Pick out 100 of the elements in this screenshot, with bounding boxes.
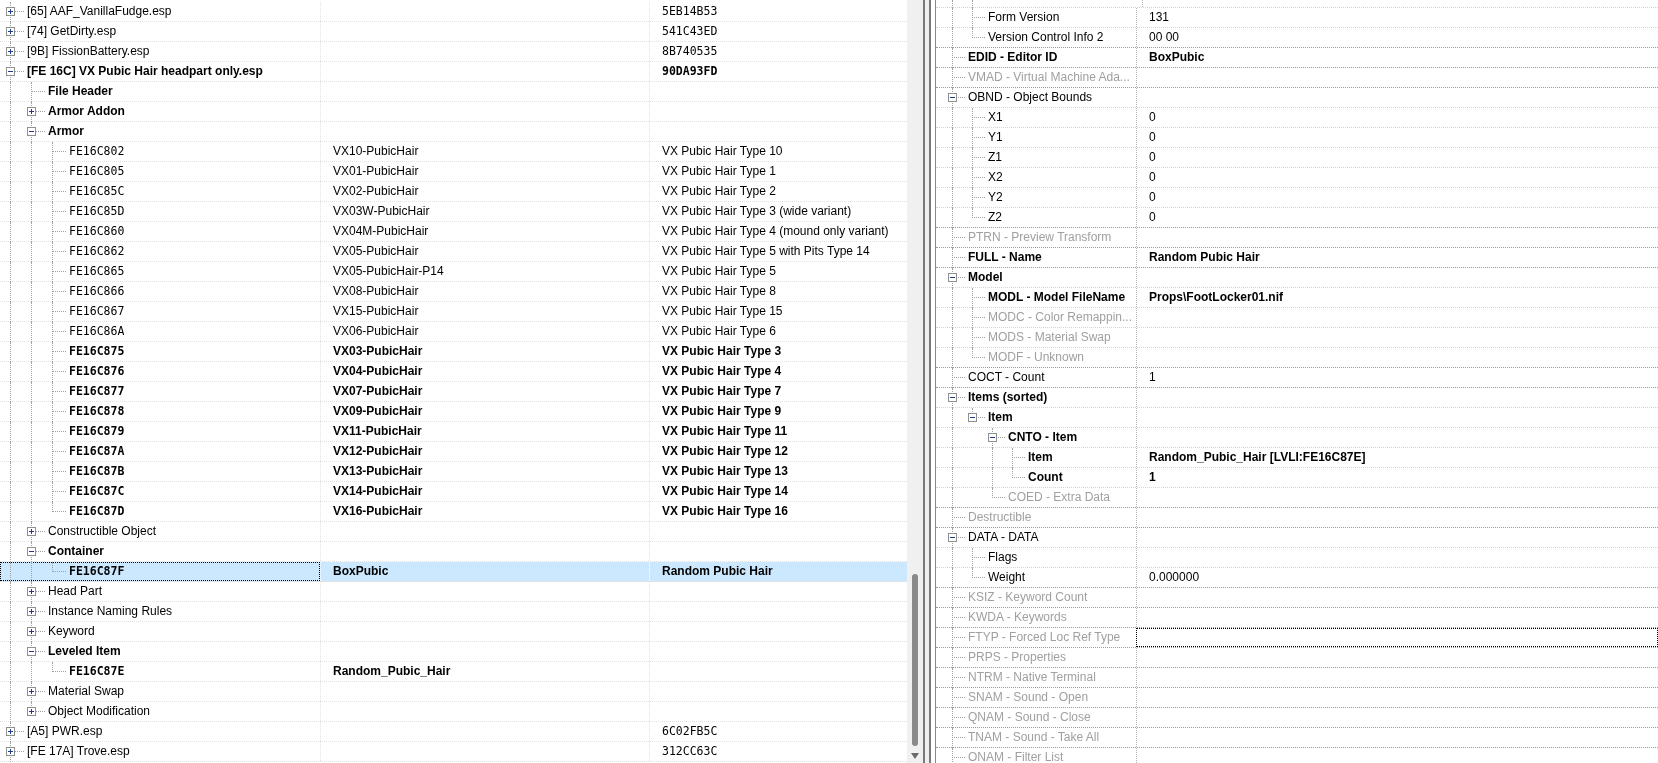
tree-row[interactable]: FE16C877 VX07-PubicHair VX Pubic Hair Type 7 <box>0 382 907 402</box>
tree-node-label: FE16C87C <box>69 483 125 500</box>
expand-icon[interactable] <box>6 27 15 36</box>
scroll-down-arrow-icon[interactable] <box>911 753 919 759</box>
tree-row[interactable]: FE16C87C VX14-PubicHair VX Pubic Hair Type 14 <box>0 482 907 502</box>
tree-row[interactable]: Object Modification <box>0 702 907 722</box>
vertical-scrollbar[interactable] <box>907 0 923 763</box>
expand-icon[interactable] <box>27 607 36 616</box>
tree-row[interactable]: Model <box>936 268 1658 288</box>
tree-row[interactable]: FE16C87B VX13-PubicHair VX Pubic Hair Type 13 <box>0 462 907 482</box>
tree-row[interactable]: FE16C878 VX09-PubicHair VX Pubic Hair Type 9 <box>0 402 907 422</box>
collapse-icon[interactable] <box>988 433 997 442</box>
tree-row[interactable]: Armor Addon <box>0 102 907 122</box>
collapse-icon[interactable] <box>948 93 957 102</box>
tree-row[interactable]: Y1 0 <box>936 128 1658 148</box>
pane-splitter[interactable] <box>923 0 931 763</box>
tree-row[interactable]: Keyword <box>0 622 907 642</box>
tree-row[interactable]: Item <box>936 408 1658 428</box>
expand-icon[interactable] <box>27 687 36 696</box>
tree-node-label: FE16C87D <box>69 503 125 520</box>
tree-row[interactable]: OBND - Object Bounds <box>936 88 1658 108</box>
scrollbar-thumb[interactable] <box>912 574 918 746</box>
expand-icon[interactable] <box>6 47 15 56</box>
collapse-icon[interactable] <box>27 547 36 556</box>
tree-row[interactable]: Count 1 <box>936 468 1658 488</box>
tree-node-label: [A5] PWR.esp <box>27 723 103 740</box>
expand-icon[interactable] <box>27 107 36 116</box>
expand-icon[interactable] <box>6 747 15 756</box>
field-label: CNTO - Item <box>1008 429 1078 446</box>
expand-icon[interactable] <box>27 587 36 596</box>
table-cell-text: VX15-PubicHair <box>333 303 419 320</box>
table-cell-text: Random Pubic Hair <box>662 563 773 580</box>
field-value: 1 <box>1149 469 1156 486</box>
tree-row[interactable]: Z1 0 <box>936 148 1658 168</box>
tree-row[interactable]: Armor <box>0 122 907 142</box>
tree-row[interactable]: Constructible Object <box>0 522 907 542</box>
field-value: Random_Pubic_Hair [LVLI:FE16C87E] <box>1149 449 1366 466</box>
tree-row[interactable]: X2 0 <box>936 168 1658 188</box>
tree-row[interactable]: FE16C865 VX05-PubicHair-P14 VX Pubic Hair Type 5 <box>0 262 907 282</box>
collapse-icon[interactable] <box>948 533 957 542</box>
tree-row[interactable]: FE16C86A VX06-PubicHair VX Pubic Hair Type 6 <box>0 322 907 342</box>
tree-row[interactable]: COCT - Count 1 <box>936 368 1658 388</box>
tree-row[interactable]: FE16C87A VX12-PubicHair VX Pubic Hair Type 12 <box>0 442 907 462</box>
collapse-icon[interactable] <box>948 273 957 282</box>
field-value: 0 <box>1149 149 1156 166</box>
expand-icon[interactable] <box>27 707 36 716</box>
tree-row[interactable]: Z2 0 <box>936 208 1658 228</box>
table-cell-text: VX12-PubicHair <box>333 443 423 460</box>
tree-row[interactable]: Version Control Info 2 00 00 <box>936 28 1658 48</box>
tree-row[interactable]: FULL - Name Random Pubic Hair <box>936 248 1658 268</box>
collapse-icon[interactable] <box>968 413 977 422</box>
table-cell-text: VX Pubic Hair Type 10 <box>662 143 783 160</box>
tree-row[interactable]: File Header <box>0 82 907 102</box>
tree-row[interactable]: [FE 17A] Trove.esp 312CC63C <box>0 742 907 762</box>
tree-node-label: FE16C802 <box>69 143 125 160</box>
tree-row[interactable]: Item Random_Pubic_Hair [LVLI:FE16C87E] <box>936 448 1658 468</box>
tree-row[interactable]: FE16C875 VX03-PubicHair VX Pubic Hair Type 3 <box>0 342 907 362</box>
tree-row[interactable]: EDID - Editor ID BoxPubic <box>936 48 1658 68</box>
tree-row[interactable]: Weight 0.000000 <box>936 568 1658 588</box>
tree-row[interactable]: [65] AAF_VanillaFudge.esp 5EB14B53 <box>0 2 907 22</box>
tree-row[interactable]: Leveled Item <box>0 642 907 662</box>
tree-row[interactable]: CNTO - Item <box>936 428 1658 448</box>
tree-row[interactable]: [FE 16C] VX Pubic Hair headpart only.esp 90DA93FD <box>0 62 907 82</box>
expand-icon[interactable] <box>27 527 36 536</box>
tree-row[interactable]: FE16C876 VX04-PubicHair VX Pubic Hair Type 4 <box>0 362 907 382</box>
tree-row[interactable]: [9B] FissionBattery.esp 8B740535 <box>0 42 907 62</box>
tree-row[interactable]: Instance Naming Rules <box>0 602 907 622</box>
tree-row[interactable]: [74] GetDirty.esp 541C43ED <box>0 22 907 42</box>
field-label: DATA - DATA <box>968 529 1039 546</box>
tree-row[interactable]: [A5] PWR.esp 6C02FB5C <box>0 722 907 742</box>
tree-row[interactable]: FE16C862 VX05-PubicHair VX Pubic Hair Type 5 with Pits Type 14 <box>0 242 907 262</box>
table-cell-text: 6C02FB5C <box>662 723 718 740</box>
tree-row[interactable]: FE16C867 VX15-PubicHair VX Pubic Hair Type 15 <box>0 302 907 322</box>
tree-row[interactable]: Material Swap <box>0 682 907 702</box>
collapse-icon[interactable] <box>27 647 36 656</box>
tree-row[interactable]: FE16C87E Random_Pubic_Hair <box>0 662 907 682</box>
tree-row[interactable]: FE16C879 VX11-PubicHair VX Pubic Hair Type 11 <box>0 422 907 442</box>
expand-icon[interactable] <box>6 727 15 736</box>
tree-row[interactable]: MODL - Model FileName Props\FootLocker01.nif <box>936 288 1658 308</box>
tree-row[interactable]: FE16C87F BoxPubic Random Pubic Hair <box>0 562 907 582</box>
tree-row[interactable]: Items (sorted) <box>936 388 1658 408</box>
tree-row[interactable]: DATA - DATA <box>936 528 1658 548</box>
tree-row[interactable]: FE16C87D VX16-PubicHair VX Pubic Hair Type 16 <box>0 502 907 522</box>
tree-row[interactable]: Flags <box>936 548 1658 568</box>
expand-icon[interactable] <box>6 7 15 16</box>
tree-row[interactable]: FE16C860 VX04M-PubicHair VX Pubic Hair Type 4 (mound only variant) <box>0 222 907 242</box>
expand-icon[interactable] <box>27 627 36 636</box>
collapse-icon[interactable] <box>948 393 957 402</box>
tree-row[interactable]: FE16C85D VX03W-PubicHair VX Pubic Hair Type 3 (wide variant) <box>0 202 907 222</box>
table-cell-text: VX10-PubicHair <box>333 143 419 160</box>
collapse-icon[interactable] <box>27 127 36 136</box>
tree-row[interactable]: Head Part <box>0 582 907 602</box>
tree-row[interactable]: FE16C805 VX01-PubicHair VX Pubic Hair Type 1 <box>0 162 907 182</box>
tree-row[interactable]: FE16C85C VX02-PubicHair VX Pubic Hair Type 2 <box>0 182 907 202</box>
tree-row[interactable]: FE16C866 VX08-PubicHair VX Pubic Hair Type 8 <box>0 282 907 302</box>
tree-row[interactable]: X1 0 <box>936 108 1658 128</box>
tree-row[interactable]: FE16C802 VX10-PubicHair VX Pubic Hair Type 10 <box>0 142 907 162</box>
collapse-icon[interactable] <box>6 67 15 76</box>
tree-row[interactable]: Y2 0 <box>936 188 1658 208</box>
tree-row[interactable]: Form Version 131 <box>936 8 1658 28</box>
